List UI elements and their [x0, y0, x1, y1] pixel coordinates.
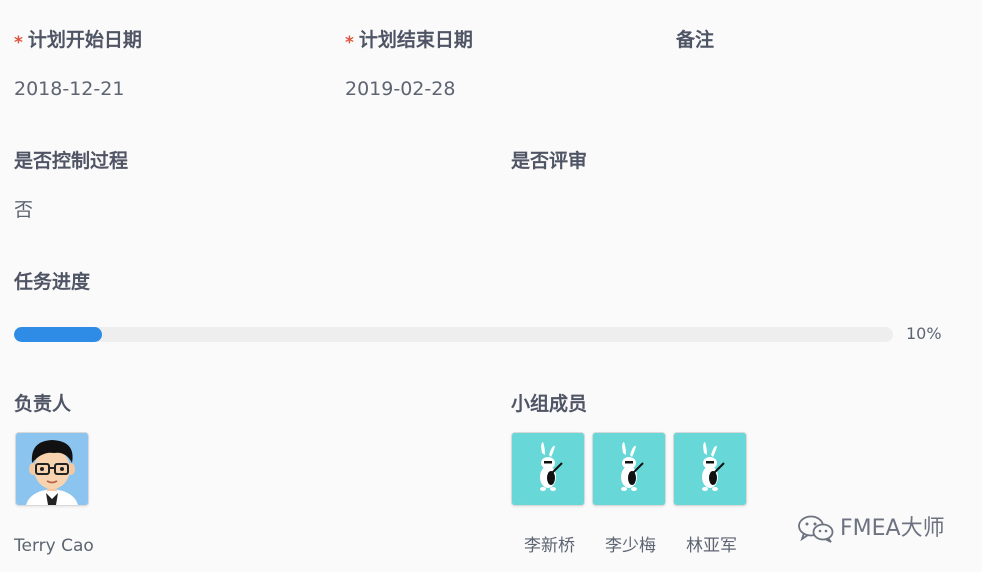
team-member-avatar[interactable]	[511, 432, 585, 506]
plan-end-label: * 计划结束日期	[345, 29, 473, 53]
control-process-value: 否	[14, 199, 34, 221]
team-label: 小组成员	[511, 393, 588, 415]
rabbit-avatar-icon	[674, 433, 746, 505]
plan-start-label: * 计划开始日期	[14, 29, 142, 53]
team-member-name: 林亚军	[686, 536, 737, 556]
watermark-text: FMEA大师	[840, 516, 945, 541]
watermark: FMEA大师	[798, 515, 945, 543]
control-process-label: 是否控制过程	[14, 150, 129, 172]
plan-start-value: 2018-12-21	[14, 78, 125, 100]
progress-percent: 10%	[906, 324, 942, 343]
team-member-name: 李少梅	[605, 536, 656, 556]
progress-label: 任务进度	[14, 271, 91, 293]
progress-bar	[14, 327, 893, 342]
cartoon-boy-avatar-icon	[16, 433, 88, 505]
team-member-avatar[interactable]	[592, 432, 666, 506]
rabbit-avatar-icon	[593, 433, 665, 505]
team-member-avatar[interactable]	[673, 432, 747, 506]
plan-end-value: 2019-02-28	[345, 78, 456, 100]
review-label: 是否评审	[511, 150, 588, 172]
required-marker: *	[14, 33, 23, 53]
owner-name: Terry Cao	[14, 536, 94, 556]
rabbit-avatar-icon	[512, 433, 584, 505]
owner-label: 负责人	[14, 393, 72, 415]
wechat-icon	[798, 515, 834, 543]
remarks-label: 备注	[676, 29, 715, 51]
required-marker: *	[345, 33, 354, 53]
progress-fill	[14, 327, 102, 342]
team-member-name: 李新桥	[524, 536, 575, 556]
owner-avatar[interactable]	[15, 432, 89, 506]
